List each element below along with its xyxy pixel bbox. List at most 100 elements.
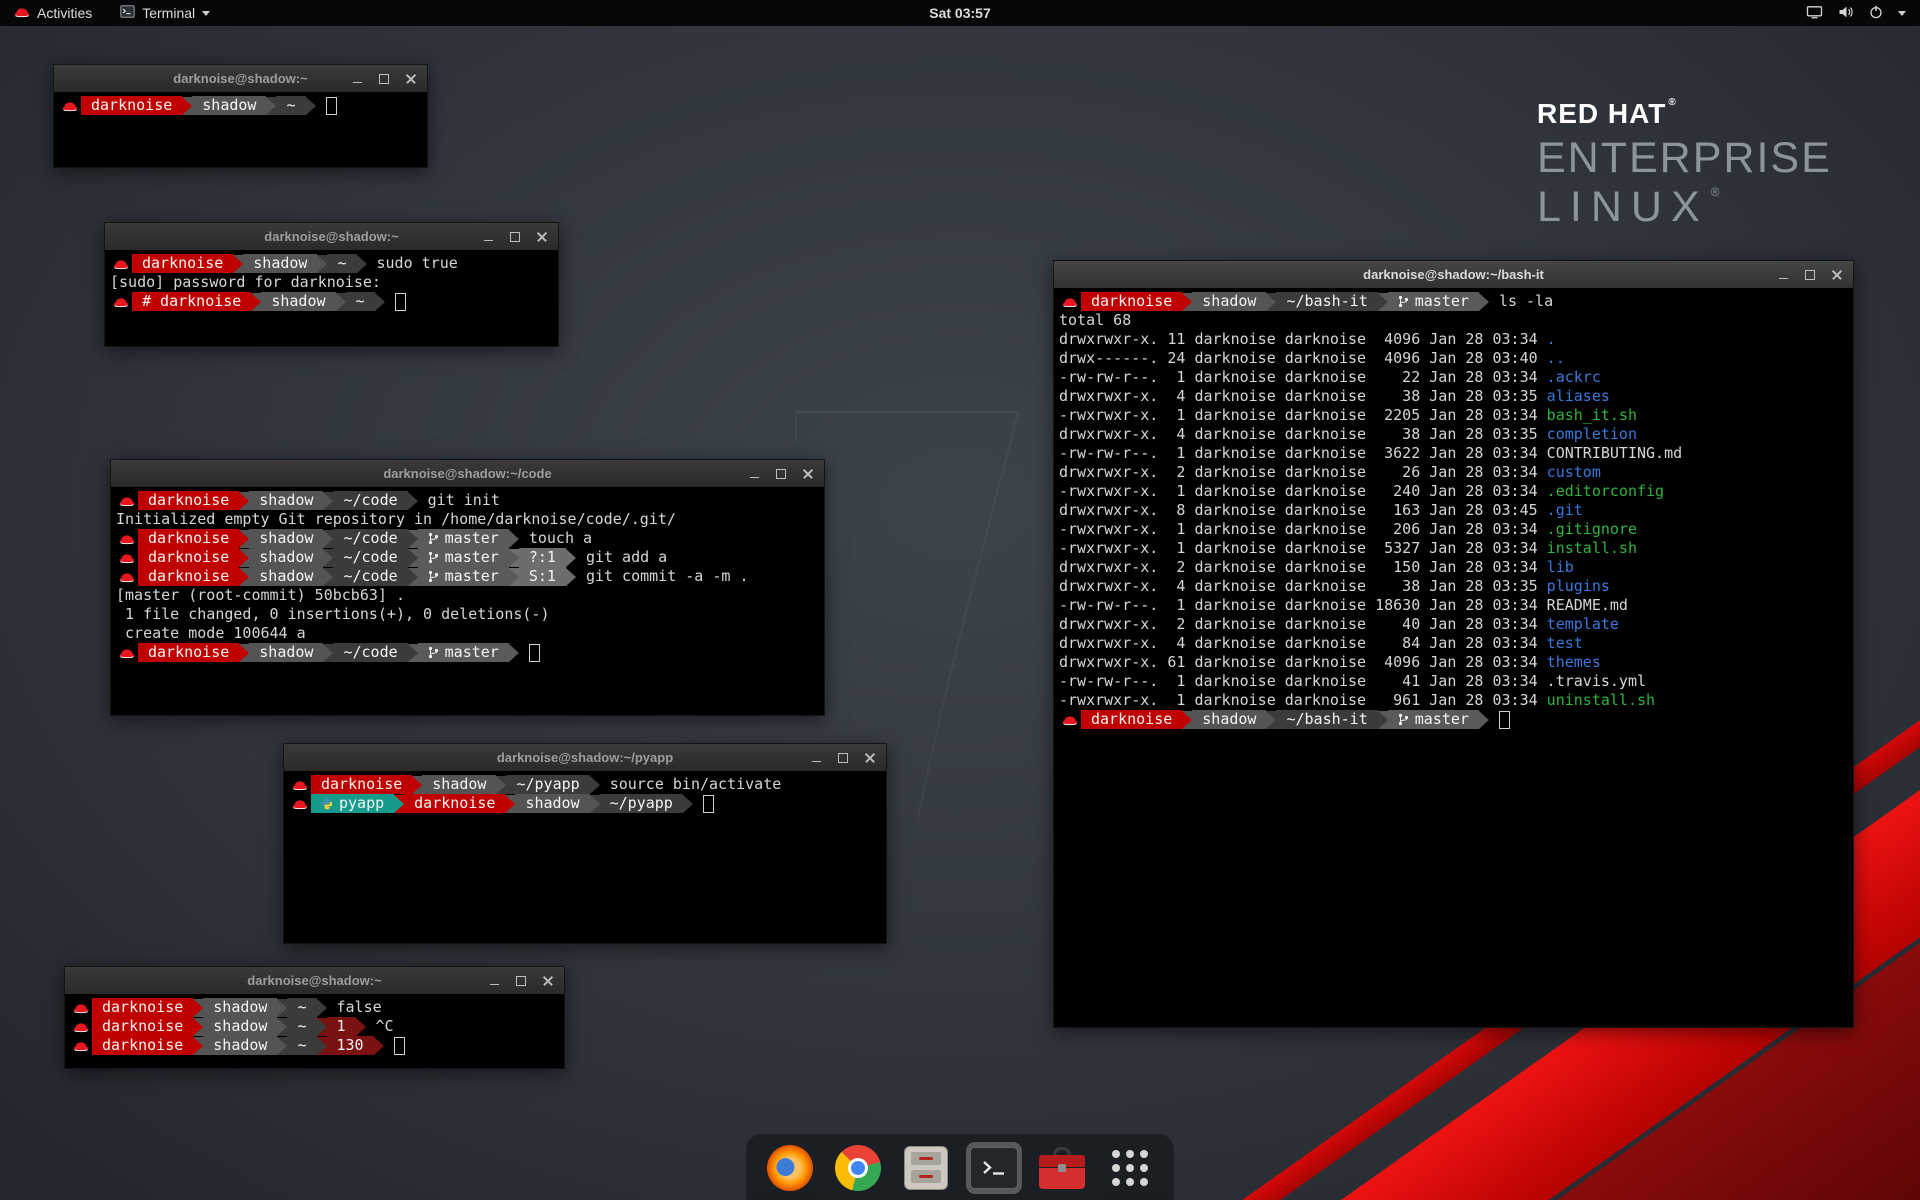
terminal-line: create mode 100644 a <box>116 624 824 643</box>
terminal-content[interactable]: darknoiseshadow~falsedarknoiseshadow~1^C… <box>65 994 564 1068</box>
prompt-segment-text: ~/code <box>343 567 397 586</box>
prompt-segment-text: darknoise <box>91 96 172 115</box>
terminal-line: drwx------. 24 darknoise darknoise 4096 … <box>1059 349 1853 368</box>
close-button[interactable] <box>802 468 814 480</box>
prompt-segment-exit: 130 <box>327 1036 374 1055</box>
terminal-window: darknoise@shadow:~/code darknoiseshadow~… <box>110 459 825 716</box>
terminal-line: darknoiseshadow~130 <box>70 1036 564 1055</box>
dock-item-files[interactable] <box>898 1142 954 1194</box>
dock-item-firefox[interactable] <box>762 1142 818 1194</box>
minimize-button[interactable] <box>488 975 500 987</box>
close-button[interactable] <box>864 752 876 764</box>
redhat-prompt-icon <box>1059 714 1081 726</box>
close-button[interactable] <box>536 231 548 243</box>
ls-entry-meta: -rwxrwxr-x. 1 darknoise darknoise 961 Ja… <box>1059 691 1547 710</box>
close-button[interactable] <box>542 975 554 987</box>
prompt-segment-user: darknoise <box>81 96 182 115</box>
prompt-segment-host: shadow <box>203 1036 277 1055</box>
powerline-arrow <box>1378 293 1388 311</box>
prompt-segment-scm: master <box>418 548 509 567</box>
dock-item-toolbox[interactable] <box>1034 1142 1090 1194</box>
close-button[interactable] <box>1831 269 1843 281</box>
powerline-arrow <box>509 568 519 586</box>
clock[interactable]: Sat 03:57 <box>929 5 990 21</box>
ls-entry-name: test <box>1547 634 1583 653</box>
ls-entry-name: completion <box>1547 425 1637 444</box>
terminal-content[interactable]: darknoiseshadow~/codegit initInitialized… <box>111 487 824 715</box>
dock-item-apps-grid[interactable] <box>1102 1142 1158 1194</box>
minimize-button[interactable] <box>810 752 822 764</box>
window-titlebar[interactable]: darknoise@shadow:~/bash-it <box>1054 261 1853 289</box>
window-titlebar[interactable]: darknoise@shadow:~/code <box>111 460 824 488</box>
app-menu-button[interactable]: Terminal <box>116 0 214 26</box>
prompt-segment-text: master <box>445 567 499 586</box>
rhel-branding: RED HAT ® ENTERPRISE LINUX ® <box>1537 100 1832 229</box>
powerline-arrow <box>1479 293 1489 311</box>
terminal-content[interactable]: darknoiseshadow~sudo true[sudo] password… <box>105 250 558 346</box>
window-titlebar[interactable]: darknoise@shadow:~ <box>65 967 564 995</box>
prompt-segment-path: ~/bash-it <box>1276 292 1377 311</box>
close-button[interactable] <box>405 73 417 85</box>
prompt-segment-text: ~/code <box>343 548 397 567</box>
brand-redhat: RED HAT ® <box>1537 100 1832 128</box>
command-text: ls -la <box>1499 292 1553 311</box>
ls-entry-meta: drwxrwxr-x. 2 darknoise darknoise 26 Jan… <box>1059 463 1547 482</box>
powerline-arrow <box>1182 293 1192 311</box>
maximize-button[interactable] <box>837 752 849 764</box>
prompt-segment-host: shadow <box>249 643 323 662</box>
terminal-line: 1 file changed, 0 insertions(+), 0 delet… <box>116 605 824 624</box>
redhat-prompt-icon <box>70 1040 92 1052</box>
power-icon <box>1869 5 1883 22</box>
maximize-button[interactable] <box>1804 269 1816 281</box>
prompt-segment-text: shadow <box>253 254 307 273</box>
prompt-segment-text: shadow <box>1202 710 1256 729</box>
prompt-segment-text: shadow <box>202 96 256 115</box>
redhat-prompt-icon <box>116 533 138 545</box>
terminal-line: drwxrwxr-x. 4 darknoise darknoise 84 Jan… <box>1059 634 1853 653</box>
ls-entry-name: aliases <box>1547 387 1610 406</box>
prompt-segment-user: darknoise <box>138 567 239 586</box>
minimize-button[interactable] <box>1777 269 1789 281</box>
powerline-arrow <box>566 568 576 586</box>
terminal-output-text: total 68 <box>1059 311 1131 330</box>
powerline-arrow <box>356 1018 366 1036</box>
maximize-button[interactable] <box>775 468 787 480</box>
prompt-segment-text: ?:1 <box>529 548 556 567</box>
prompt-segment-text: darknoise <box>142 254 223 273</box>
window-titlebar[interactable]: darknoise@shadow:~/pyapp <box>284 744 886 772</box>
powerline-arrow <box>239 530 249 548</box>
dock-item-chrome[interactable] <box>830 1142 886 1194</box>
terminal-line: darknoiseshadow~/codegit init <box>116 491 824 510</box>
terminal-content[interactable]: darknoise shadow ~ <box>54 92 427 167</box>
minimize-button[interactable] <box>351 73 363 85</box>
maximize-button[interactable] <box>515 975 527 987</box>
terminal-cursor <box>529 644 540 662</box>
terminal-content[interactable]: darknoiseshadow~/bash-itmasterls -latota… <box>1054 288 1853 1027</box>
terminal-line: -rw-rw-r--. 1 darknoise darknoise 22 Jan… <box>1059 368 1853 387</box>
prompt-segment-path: ~ <box>327 254 356 273</box>
command-text: source bin/activate <box>610 775 782 794</box>
maximize-button[interactable] <box>378 73 390 85</box>
prompt-segment-path: ~ <box>287 1017 316 1036</box>
brand-trademark: ® <box>1668 98 1676 128</box>
powerline-arrow <box>1266 711 1276 729</box>
system-status-area[interactable] <box>1806 5 1920 22</box>
ls-entry-name: lib <box>1547 558 1574 577</box>
ls-entry-meta: -rwxrwxr-x. 1 darknoise darknoise 2205 J… <box>1059 406 1547 425</box>
maximize-button[interactable] <box>509 231 521 243</box>
powerline-arrow <box>509 530 519 548</box>
ls-entry-meta: drwxrwxr-x. 8 darknoise darknoise 163 Ja… <box>1059 501 1547 520</box>
terminal-line: darknoiseshadow~/codemaster <box>116 643 824 662</box>
minimize-button[interactable] <box>748 468 760 480</box>
prompt-segment-text: shadow <box>259 567 313 586</box>
ls-entry-meta: drwxrwxr-x. 4 darknoise darknoise 38 Jan… <box>1059 425 1547 444</box>
window-titlebar[interactable]: darknoise@shadow:~ <box>105 223 558 251</box>
activities-button[interactable]: Activities <box>10 0 96 26</box>
powerline-arrow <box>239 549 249 567</box>
terminal-content[interactable]: darknoiseshadow~/pyappsource bin/activat… <box>284 771 886 943</box>
minimize-button[interactable] <box>482 231 494 243</box>
dock-item-terminal[interactable] <box>966 1142 1022 1194</box>
terminal-cursor <box>395 293 406 311</box>
prompt-segment-path: ~ <box>276 96 305 115</box>
window-titlebar[interactable]: darknoise@shadow:~ <box>54 65 427 93</box>
